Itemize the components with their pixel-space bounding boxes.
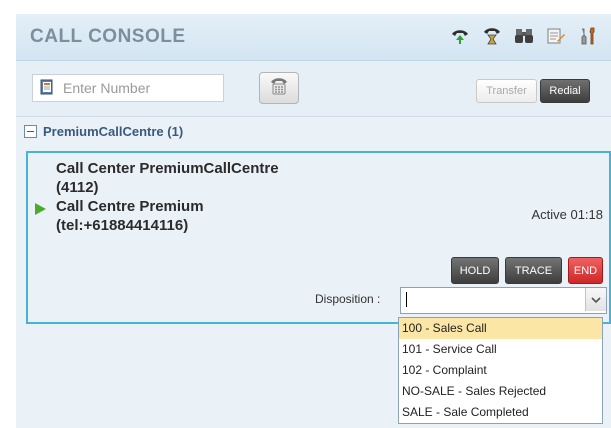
call-group-header[interactable]: PremiumCallCentre (1) bbox=[24, 122, 183, 140]
disposition-option[interactable]: 100 - Sales Call bbox=[399, 318, 602, 339]
call-center-name: Call Center PremiumCallCentre bbox=[56, 160, 279, 177]
disposition-option[interactable]: NO-SALE - Sales Rejected bbox=[399, 381, 602, 402]
trace-button[interactable]: TRACE bbox=[505, 257, 562, 284]
call-info: Call Center PremiumCallCentre (4112) Cal… bbox=[56, 159, 279, 235]
call-center-number: (4112) bbox=[56, 179, 99, 196]
disposition-select[interactable] bbox=[400, 287, 607, 314]
hold-button[interactable]: HOLD bbox=[451, 257, 499, 284]
call-group-label: PremiumCallCentre (1) bbox=[43, 123, 184, 139]
caller-tel: (tel:+61884414116) bbox=[56, 217, 189, 234]
redial-button[interactable]: Redial bbox=[540, 79, 590, 103]
transfer-button[interactable]: Transfer bbox=[476, 79, 537, 103]
address-book-icon[interactable] bbox=[39, 79, 55, 100]
active-call-panel[interactable]: Call Center PremiumCallCentre (4112) Cal… bbox=[26, 151, 611, 324]
number-input[interactable] bbox=[61, 77, 221, 99]
number-field[interactable] bbox=[32, 74, 224, 102]
disposition-label: Disposition : bbox=[315, 292, 381, 306]
binoculars-icon[interactable] bbox=[513, 25, 535, 47]
dial-button[interactable] bbox=[259, 72, 299, 104]
active-call-indicator-icon bbox=[35, 203, 46, 215]
disposition-option[interactable]: 102 - Complaint bbox=[399, 360, 602, 381]
phone-available-icon[interactable] bbox=[449, 25, 471, 47]
text-caret bbox=[406, 292, 407, 307]
caller-name: Call Centre Premium bbox=[56, 198, 204, 215]
disposition-option[interactable]: SALE - Sale Completed bbox=[399, 402, 602, 423]
disposition-options-list: 100 - Sales Call 101 - Service Call 102 - … bbox=[398, 317, 603, 424]
call-status: Active 01:18 bbox=[531, 207, 603, 222]
header-icon-group bbox=[449, 25, 599, 47]
notepad-icon[interactable] bbox=[545, 25, 567, 47]
settings-icon[interactable] bbox=[577, 25, 599, 47]
dial-phone-icon bbox=[268, 75, 290, 102]
disposition-option[interactable]: 101 - Service Call bbox=[399, 339, 602, 360]
chevron-down-icon[interactable] bbox=[585, 288, 606, 311]
dial-toolbar: Transfer Redial bbox=[16, 61, 611, 117]
collapse-icon[interactable] bbox=[24, 124, 37, 138]
console-title: CALL CONSOLE bbox=[30, 26, 186, 47]
console-header: CALL CONSOLE bbox=[16, 14, 611, 61]
phone-busy-icon[interactable] bbox=[481, 25, 503, 47]
end-call-button[interactable]: END bbox=[568, 257, 603, 284]
